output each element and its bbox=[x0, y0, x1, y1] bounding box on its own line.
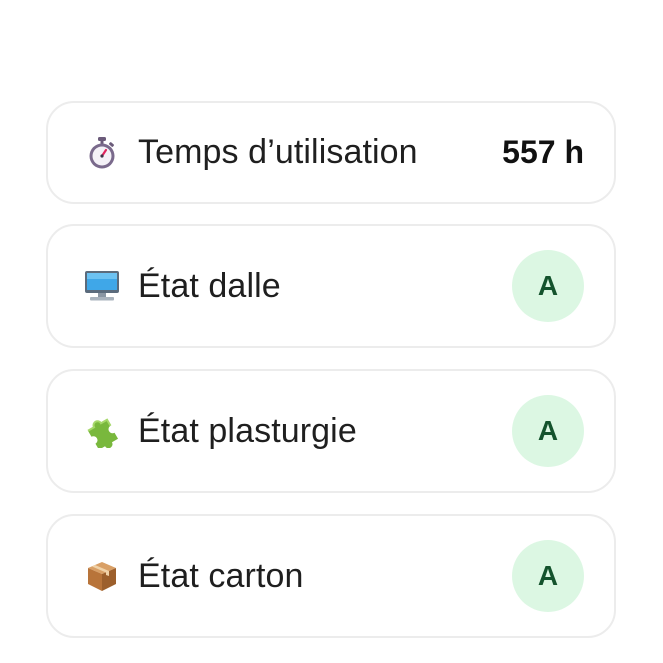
usage-time-label: Temps d’utilisation bbox=[138, 133, 418, 171]
stopwatch-icon bbox=[82, 133, 122, 173]
desktop-computer-icon bbox=[82, 266, 122, 306]
screen-condition-label: État dalle bbox=[138, 266, 281, 305]
carton-condition-label: État carton bbox=[138, 556, 304, 595]
carton-condition-card: État carton A bbox=[46, 514, 616, 638]
puzzle-piece-icon bbox=[82, 411, 122, 451]
screen-grade-badge: A bbox=[512, 250, 584, 322]
usage-time-value: 557 h bbox=[502, 134, 584, 170]
screen-condition-card: État dalle A bbox=[46, 224, 616, 348]
package-box-icon bbox=[82, 556, 122, 596]
usage-time-card: Temps d’utilisation 557 h bbox=[46, 101, 616, 204]
plastic-condition-label: État plasturgie bbox=[138, 411, 357, 450]
plastic-grade-badge: A bbox=[512, 395, 584, 467]
plastic-condition-card: État plasturgie A bbox=[46, 369, 616, 493]
carton-grade-badge: A bbox=[512, 540, 584, 612]
